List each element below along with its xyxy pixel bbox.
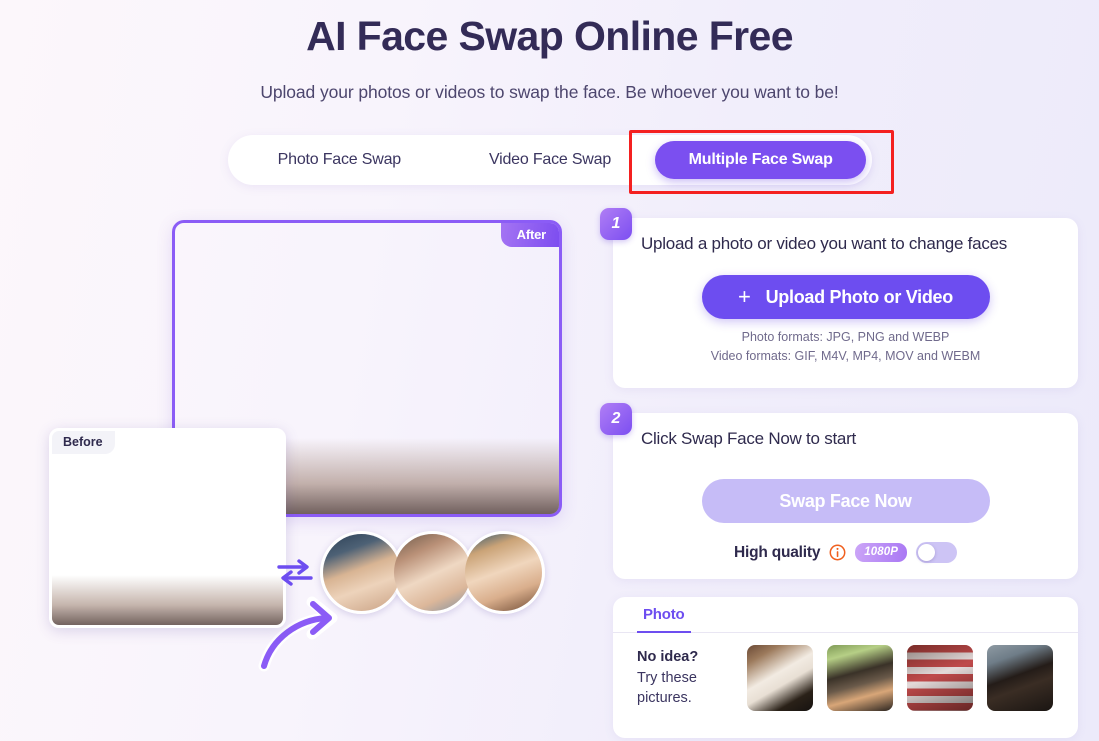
high-quality-row: High quality 1080P: [613, 542, 1078, 564]
sample-thumbnail-image: [747, 645, 813, 711]
upload-step-card: 1 Upload a photo or video you want to ch…: [600, 208, 1078, 388]
high-quality-toggle[interactable]: [916, 542, 958, 564]
swap-face-now-button[interactable]: Swap Face Now: [701, 479, 990, 524]
before-image-card: Before: [49, 428, 286, 628]
step-number-badge-1: 1: [600, 208, 632, 240]
swap-arrows-icon[interactable]: [276, 557, 314, 587]
sample-thumbnail-image: [907, 645, 973, 711]
plus-icon: +: [738, 284, 751, 310]
detected-faces-row: [276, 517, 545, 627]
after-badge: After: [500, 223, 559, 247]
page-subtitle: Upload your photos or videos to swap the…: [260, 82, 839, 102]
sample-flag-couple[interactable]: [907, 645, 973, 711]
supported-formats: Photo formats: JPG, PNG and WEBP Video f…: [613, 328, 1078, 365]
upload-step-heading: Upload a photo or video you want to chan…: [641, 234, 1008, 253]
video-formats-text: Video formats: GIF, M4V, MP4, MOV and WE…: [710, 348, 981, 363]
result-preview-area: After Before: [0, 210, 600, 672]
info-icon[interactable]: [829, 544, 846, 561]
face-thumbnail-image: [323, 533, 400, 611]
sample-thumbnail-image: [827, 645, 893, 711]
sample-thumbnails-row: No idea? Try these pictures.: [613, 633, 1078, 711]
no-idea-title: No idea?: [637, 648, 699, 665]
upload-photo-or-video-button[interactable]: + Upload Photo or Video: [701, 275, 990, 320]
tab-multiple-face-swap[interactable]: Multiple Face Swap: [655, 141, 867, 179]
resolution-badge: 1080P: [855, 543, 908, 563]
page-title: AI Face Swap Online Free: [306, 13, 793, 59]
no-idea-prompt: No idea? Try these pictures.: [637, 647, 733, 710]
face-option-3[interactable]: [462, 530, 545, 614]
tab-photo-face-swap[interactable]: Photo Face Swap: [234, 141, 445, 179]
photo-formats-text: Photo formats: JPG, PNG and WEBP: [741, 330, 950, 345]
no-idea-line3: pictures.: [637, 690, 692, 707]
step-number-badge-2: 2: [600, 403, 632, 435]
high-quality-label: High quality: [733, 543, 821, 561]
face-option-2[interactable]: [391, 530, 474, 614]
face-option-1[interactable]: [320, 530, 403, 614]
tab-video-face-swap[interactable]: Video Face Swap: [445, 141, 656, 179]
before-badge: Before: [52, 431, 115, 454]
face-swap-mode-tabs: Photo Face Swap Video Face Swap Multiple…: [228, 135, 872, 185]
tabbar: Photo Face Swap Video Face Swap Multiple…: [228, 135, 872, 185]
sample-wizard-trio[interactable]: [987, 645, 1053, 711]
sample-tabs: Photo: [613, 597, 1078, 633]
before-image: [52, 431, 283, 625]
swap-step-card: 2 Click Swap Face Now to start Swap Face…: [600, 403, 1078, 579]
sample-wedding-couple[interactable]: [747, 645, 813, 711]
face-thumbnail-image: [465, 533, 542, 611]
sample-pictures-card: Photo No idea? Try these pictures.: [613, 597, 1078, 738]
sample-thumbnail-image: [987, 645, 1053, 711]
face-thumbnail-image: [394, 533, 471, 611]
tab-photo-samples[interactable]: Photo: [637, 597, 691, 633]
upload-button-label: Upload Photo or Video: [765, 286, 954, 307]
sample-friends-group[interactable]: [827, 645, 893, 711]
no-idea-line2: Try these: [637, 669, 697, 686]
swap-step-heading: Click Swap Face Now to start: [641, 429, 857, 448]
toggle-knob: [918, 544, 936, 562]
